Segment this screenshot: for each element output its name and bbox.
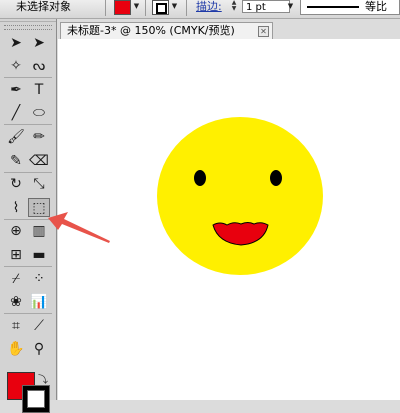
selection-status: 未选择对象	[16, 0, 71, 13]
shape-builder-tool-icon[interactable]: ⊕	[5, 222, 27, 241]
slice-tool-icon[interactable]: ⟋	[28, 316, 50, 335]
stroke-color-swatch[interactable]	[152, 0, 169, 15]
variable-width-profile[interactable]: 等比	[300, 0, 400, 15]
blend-tool-icon[interactable]: ⁘	[28, 269, 50, 288]
profile-line-preview	[307, 6, 359, 8]
eyedropper-tool-icon[interactable]: ⌿	[5, 269, 27, 288]
stroke-weight-spinner-icon[interactable]: ▲ ▼	[229, 0, 239, 13]
smiley-face[interactable]	[157, 117, 323, 275]
scale-tool-icon[interactable]: ⤡	[28, 175, 50, 194]
stroke-color-box[interactable]	[22, 385, 50, 413]
tool-group-divider	[4, 77, 52, 79]
width-tool-icon[interactable]: ⌇	[5, 198, 27, 217]
tool-group-divider	[4, 124, 52, 126]
line-segment-tool-icon[interactable]: ╱	[5, 104, 27, 123]
pencil-tool-icon[interactable]: ✏	[28, 127, 50, 146]
stroke-weight-dropdown-icon[interactable]: ▼	[286, 0, 295, 14]
blob-brush-tool-icon[interactable]: ✎	[5, 151, 27, 170]
zoom-tool-icon[interactable]: ⚲	[28, 340, 50, 359]
symbol-sprayer-tool-icon[interactable]: ❀	[5, 293, 27, 312]
stroke-weight-field[interactable]: 1 pt	[242, 0, 290, 13]
artboard-tool-icon[interactable]: ⌗	[5, 316, 27, 335]
eraser-tool-icon[interactable]: ⌫	[28, 151, 50, 170]
direct-selection-tool-icon[interactable]: ➤	[28, 33, 50, 52]
magic-wand-tool-icon[interactable]: ✧	[5, 57, 27, 76]
lasso-tool-icon[interactable]: ᔓ	[28, 57, 50, 76]
swap-fill-stroke-icon[interactable]: ⤵	[38, 371, 48, 386]
separator	[145, 0, 146, 16]
annotation-arrow	[48, 212, 110, 243]
stroke-dropdown-arrow-icon[interactable]: ▼	[170, 0, 179, 14]
tool-group-divider	[4, 171, 52, 173]
gradient-tool-icon[interactable]: ▬	[28, 245, 50, 264]
rotate-tool-icon[interactable]: ↻	[5, 175, 27, 194]
ellipse-tool-icon[interactable]: ⬭	[28, 104, 50, 123]
left-eye[interactable]	[194, 170, 206, 186]
close-icon[interactable]: ✕	[258, 26, 269, 37]
column-graph-tool-icon[interactable]: 📊	[28, 293, 50, 312]
fill-color-swatch[interactable]	[114, 0, 131, 15]
document-tab[interactable]: 未标题-3* @ 150% (CMYK/预览) ✕	[60, 22, 273, 39]
tool-group-divider	[4, 266, 52, 267]
stroke-label[interactable]: 描边:	[196, 0, 222, 13]
tool-group-divider	[4, 313, 52, 315]
tool-group-divider	[4, 218, 52, 220]
document-title: 未标题-3* @ 150% (CMYK/预览)	[67, 24, 235, 37]
mesh-tool-icon[interactable]: ⊞	[5, 245, 27, 264]
separator	[105, 0, 106, 16]
separator	[186, 0, 187, 16]
right-eye[interactable]	[270, 170, 282, 186]
profile-label: 等比	[365, 0, 387, 13]
pen-tool-icon[interactable]: ✒	[5, 80, 27, 99]
selection-tool-icon[interactable]: ➤	[5, 33, 27, 52]
type-tool-icon[interactable]: T	[28, 80, 50, 99]
control-bar: 未选择对象 ▼ ▼ 描边: ▲ ▼ 1 pt ▼ 等比	[0, 0, 400, 19]
paintbrush-tool-icon[interactable]: 🖌	[5, 127, 27, 146]
hand-tool-icon[interactable]: ✋	[5, 340, 27, 359]
fill-dropdown-arrow-icon[interactable]: ▼	[132, 0, 141, 14]
toolbox-grip[interactable]	[0, 21, 56, 32]
